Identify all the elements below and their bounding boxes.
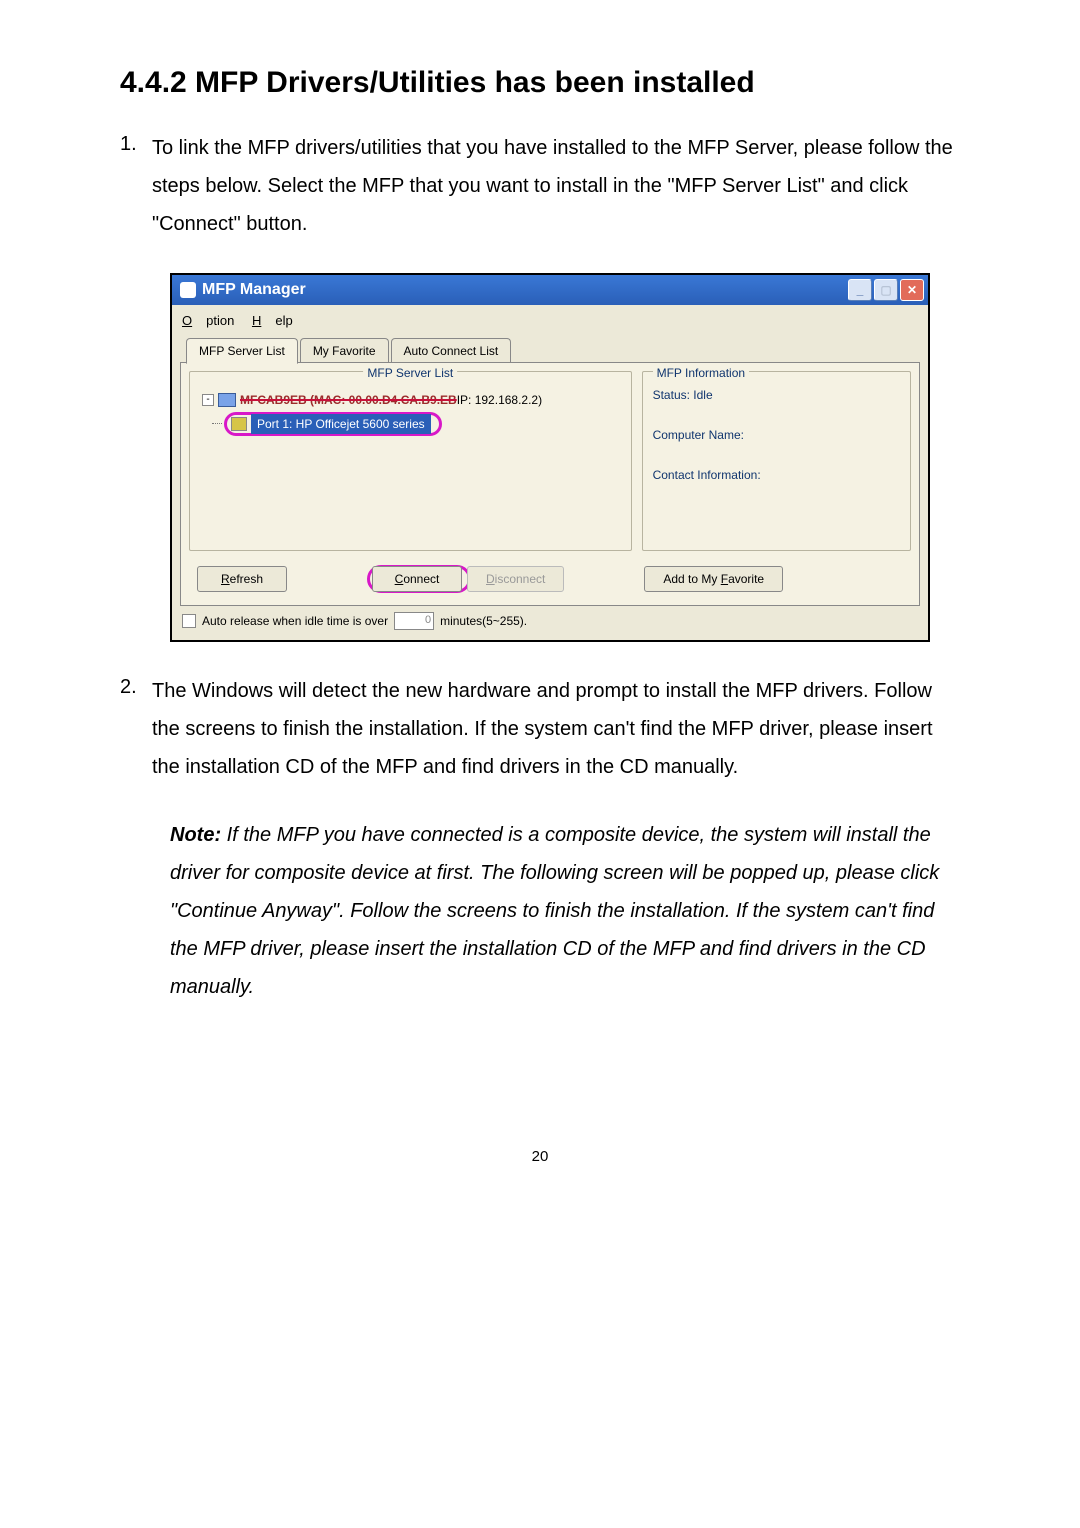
note-text: If the MFP you have connected is a compo… [170,824,939,998]
connect-button[interactable]: Connect [372,566,462,592]
menu-bar: Option Help [180,309,920,337]
tree-child-row[interactable]: Port 1: HP Officejet 5600 series [212,412,619,436]
server-ip-text: IP: 192.168.2.2) [457,391,542,409]
server-mac-text: MFCAB9EB (MAC: 00.00.D4.CA.B9.EB [240,391,457,409]
info-contact: Contact Information: [653,466,900,484]
item-text: To link the MFP drivers/utilities that y… [152,129,960,243]
refresh-button[interactable]: Refresh [197,566,287,592]
server-list-label: MFP Server List [363,364,457,382]
app-icon [180,282,196,298]
minimize-button[interactable]: _ [848,279,872,301]
disconnect-button: Disconnect [467,566,564,592]
auto-release-row: Auto release when idle time is over 0 mi… [180,606,920,632]
info-computer-name: Computer Name: [653,426,900,444]
maximize-button[interactable]: ▢ [874,279,898,301]
button-row: Refresh Connect Disconnect Add to My Fav… [189,565,911,593]
tab-auto-connect-list[interactable]: Auto Connect List [391,338,512,364]
window-title: MFP Manager [202,278,846,302]
item-number: 1. [120,129,152,243]
auto-release-checkbox[interactable] [182,614,196,628]
mfp-info-group: MFP Information Status: Idle Computer Na… [642,371,911,551]
add-favorite-button[interactable]: Add to My Favorite [644,566,783,592]
close-button[interactable]: ✕ [900,279,924,301]
server-icon [218,393,236,407]
note-label: Note: [170,824,221,846]
tree-root-row[interactable]: - MFCAB9EB (MAC: 00.00.D4.CA.B9.EB IP: 1… [202,390,619,410]
item-number: 2. [120,672,152,786]
printer-icon [231,417,247,431]
tab-strip: MFP Server List My Favorite Auto Connect… [186,337,920,363]
auto-release-minutes-input[interactable]: 0 [394,612,434,630]
port-highlight-oval: Port 1: HP Officejet 5600 series [224,412,442,436]
menu-help[interactable]: Help [252,313,293,328]
ordered-item-2: 2. The Windows will detect the new hardw… [120,672,960,786]
info-status: Status: Idle [653,386,900,404]
ordered-item-1: 1. To link the MFP drivers/utilities tha… [120,129,960,243]
connect-highlight-oval: Connect [367,565,471,593]
tab-panel: MFP Server List - MFCAB9EB (MAC: 00.00.D… [180,362,920,606]
mfp-manager-window: MFP Manager _ ▢ ✕ Option Help MFP Server… [170,273,930,642]
note-paragraph: Note: If the MFP you have connected is a… [170,816,960,1006]
menu-option[interactable]: Option [182,313,234,328]
tab-my-favorite[interactable]: My Favorite [300,338,389,364]
mfp-info-label: MFP Information [653,364,749,382]
tab-mfp-server-list[interactable]: MFP Server List [186,338,298,364]
tree-collapse-icon[interactable]: - [202,394,214,406]
server-list-group: MFP Server List - MFCAB9EB (MAC: 00.00.D… [189,371,632,551]
item-text: The Windows will detect the new hardware… [152,672,960,786]
tree-line-icon [212,423,222,424]
window-titlebar: MFP Manager _ ▢ ✕ [172,275,928,305]
auto-release-suffix: minutes(5~255). [440,612,527,630]
server-tree[interactable]: - MFCAB9EB (MAC: 00.00.D4.CA.B9.EB IP: 1… [200,386,621,440]
page-number: 20 [120,1146,960,1169]
auto-release-label: Auto release when idle time is over [202,612,388,630]
window-body: Option Help MFP Server List My Favorite … [172,305,928,640]
section-heading: 4.4.2 MFP Drivers/Utilities has been ins… [120,60,960,105]
port-selected-text: Port 1: HP Officejet 5600 series [251,414,431,434]
